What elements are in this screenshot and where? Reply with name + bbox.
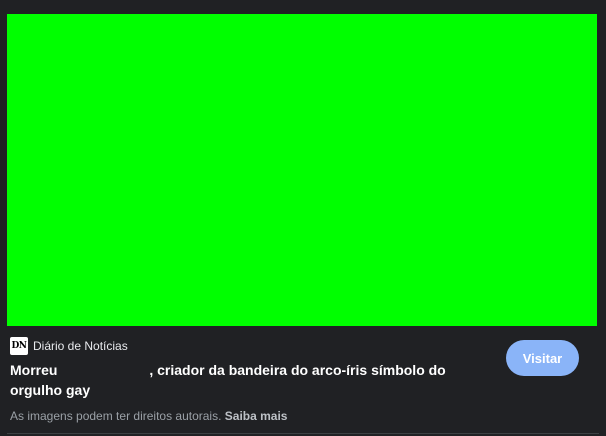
article-title-part1: Morreu [10, 362, 62, 378]
bottom-divider [7, 433, 599, 434]
source-row: DN Diário de Notícias [10, 337, 128, 355]
redacted-name [61, 364, 150, 379]
preview-image[interactable] [7, 14, 597, 326]
source-logo-icon: DN [10, 337, 28, 355]
copyright-notice: As imagens podem ter direitos autorais. … [10, 408, 287, 424]
article-title[interactable]: Morreu , criador da bandeira do arco-íri… [10, 360, 480, 400]
learn-more-link[interactable]: Saiba mais [225, 409, 288, 423]
visit-button[interactable]: Visitar [506, 340, 579, 376]
image-preview-panel: DN Diário de Notícias Morreu , criador d… [0, 0, 606, 436]
copyright-text: As imagens podem ter direitos autorais. [10, 409, 222, 423]
source-name: Diário de Notícias [33, 339, 128, 353]
